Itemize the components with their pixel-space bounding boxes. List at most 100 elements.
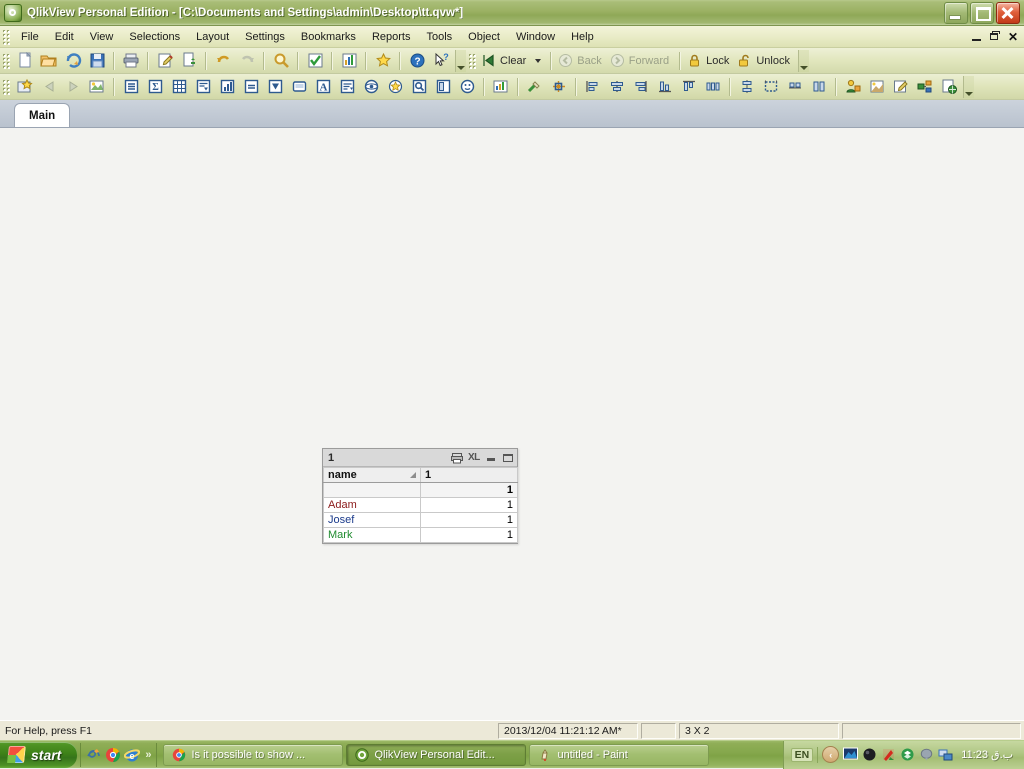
align-top-icon[interactable] bbox=[678, 76, 700, 98]
sheet-tab-main[interactable]: Main bbox=[14, 103, 71, 127]
space-vertical-icon[interactable] bbox=[736, 76, 758, 98]
chart-icon[interactable] bbox=[338, 50, 360, 72]
minimize-object-icon[interactable] bbox=[485, 452, 497, 464]
standard-toolbar-overflow[interactable] bbox=[455, 49, 466, 72]
layout-theme-icon[interactable] bbox=[866, 76, 888, 98]
sheet-canvas[interactable]: 1 XL name 1 1 Adam 1 Josef 1 Mark 1 bbox=[0, 128, 1024, 720]
messenger-icon[interactable] bbox=[86, 747, 102, 763]
network-icon[interactable] bbox=[938, 747, 953, 762]
text-object-icon[interactable]: A bbox=[312, 76, 334, 98]
unlock-button[interactable]: Unlock bbox=[735, 50, 796, 72]
cell-value-adam[interactable]: 1 bbox=[420, 497, 518, 513]
menu-object[interactable]: Object bbox=[460, 28, 508, 46]
align-bottom-icon[interactable] bbox=[654, 76, 676, 98]
close-button[interactable] bbox=[996, 1, 1020, 24]
menu-tools[interactable]: Tools bbox=[418, 28, 460, 46]
bookmark-object-icon[interactable] bbox=[384, 76, 406, 98]
snap-to-grid-icon[interactable] bbox=[548, 76, 570, 98]
send-to-printer-icon[interactable] bbox=[451, 452, 463, 464]
export-to-excel-icon[interactable]: XL bbox=[468, 452, 480, 464]
dropbox-icon[interactable] bbox=[900, 747, 915, 762]
maximize-object-icon[interactable] bbox=[502, 452, 514, 464]
menu-settings[interactable]: Settings bbox=[237, 28, 293, 46]
search-icon[interactable] bbox=[270, 50, 292, 72]
menu-layout[interactable]: Layout bbox=[188, 28, 237, 46]
object-caption-bar[interactable]: 1 XL bbox=[323, 449, 517, 467]
restore-button[interactable] bbox=[970, 1, 994, 24]
open-document-icon[interactable] bbox=[38, 50, 60, 72]
internet-explorer-icon[interactable]: e bbox=[124, 747, 141, 763]
distribute-horizontal-icon[interactable] bbox=[702, 76, 724, 98]
task-button-browser[interactable]: Is it possible to show ... bbox=[163, 743, 344, 766]
object-grouping-icon[interactable] bbox=[914, 76, 936, 98]
current-selections-icon[interactable] bbox=[304, 50, 326, 72]
start-button[interactable]: start bbox=[0, 741, 78, 768]
align-center-icon[interactable] bbox=[606, 76, 628, 98]
design-toolbar-grip[interactable] bbox=[2, 78, 10, 95]
taskbar-clock[interactable]: 11:23 ب.ق bbox=[957, 748, 1017, 761]
menu-selections[interactable]: Selections bbox=[121, 28, 188, 46]
copy-image-icon[interactable] bbox=[178, 50, 200, 72]
design-toolbar-overflow[interactable] bbox=[963, 75, 974, 98]
multi-box-icon[interactable] bbox=[168, 76, 190, 98]
menu-file[interactable]: File bbox=[13, 28, 47, 46]
cell-value-josef[interactable]: 1 bbox=[420, 512, 518, 528]
navigation-toolbar-grip[interactable] bbox=[468, 52, 476, 69]
menu-reports[interactable]: Reports bbox=[364, 28, 419, 46]
quick-launch-overflow-chevron[interactable]: » bbox=[145, 749, 151, 761]
input-box-icon[interactable] bbox=[240, 76, 262, 98]
mdi-minimize-button[interactable] bbox=[971, 31, 983, 43]
save-icon[interactable] bbox=[86, 50, 108, 72]
table-row[interactable]: Mark 1 bbox=[323, 527, 518, 543]
navigation-toolbar-overflow[interactable] bbox=[797, 49, 809, 72]
mdi-close-button[interactable]: ✕ bbox=[1007, 31, 1019, 43]
standard-toolbar-grip[interactable] bbox=[2, 52, 10, 69]
black-sphere-icon[interactable] bbox=[862, 747, 877, 762]
menu-edit[interactable]: Edit bbox=[47, 28, 82, 46]
design-grid-icon[interactable] bbox=[524, 76, 546, 98]
tray-expand-chevron-icon[interactable]: ‹ bbox=[822, 746, 840, 763]
space-across-icon[interactable] bbox=[784, 76, 806, 98]
display-properties-icon[interactable] bbox=[843, 747, 859, 762]
column-header-name[interactable]: name bbox=[323, 467, 421, 483]
table-row[interactable]: Adam 1 bbox=[323, 497, 518, 513]
edit-module-icon[interactable] bbox=[890, 76, 912, 98]
slider-calendar-icon[interactable] bbox=[360, 76, 382, 98]
table-box-icon[interactable] bbox=[192, 76, 214, 98]
cell-name-josef[interactable]: Josef bbox=[323, 512, 421, 528]
context-help-icon[interactable]: ? bbox=[430, 50, 452, 72]
mdi-restore-button[interactable] bbox=[989, 30, 1001, 43]
menu-help[interactable]: Help bbox=[563, 28, 602, 46]
column-header-expression[interactable]: 1 bbox=[420, 467, 518, 483]
system-table-icon[interactable] bbox=[490, 76, 512, 98]
align-left-icon[interactable] bbox=[582, 76, 604, 98]
straight-table-object[interactable]: 1 XL name 1 1 Adam 1 Josef 1 Mark 1 bbox=[322, 448, 518, 544]
undo-icon[interactable] bbox=[212, 50, 234, 72]
kaspersky-icon[interactable] bbox=[881, 747, 896, 762]
statistics-box-icon[interactable]: Σ bbox=[144, 76, 166, 98]
promote-icon[interactable] bbox=[842, 76, 864, 98]
list-box-icon[interactable] bbox=[120, 76, 142, 98]
chrome-icon[interactable] bbox=[105, 747, 121, 763]
line-arrow-object-icon[interactable] bbox=[336, 76, 358, 98]
button-icon[interactable] bbox=[288, 76, 310, 98]
cell-name-mark[interactable]: Mark bbox=[323, 527, 421, 543]
clear-button[interactable]: Clear bbox=[479, 50, 532, 72]
cell-value-mark[interactable]: 1 bbox=[420, 527, 518, 543]
minimize-button[interactable] bbox=[944, 1, 968, 24]
publish-icon[interactable] bbox=[938, 76, 960, 98]
new-document-icon[interactable] bbox=[14, 50, 36, 72]
table-row[interactable]: Josef 1 bbox=[323, 512, 518, 528]
search-object-icon[interactable] bbox=[408, 76, 430, 98]
menu-grip[interactable] bbox=[2, 28, 10, 45]
chart-object-icon[interactable] bbox=[216, 76, 238, 98]
task-button-qlikview[interactable]: QlikView Personal Edit... bbox=[346, 743, 527, 766]
arrange-icon[interactable] bbox=[808, 76, 830, 98]
task-button-paint[interactable]: untitled - Paint bbox=[529, 743, 710, 766]
language-indicator[interactable]: EN bbox=[790, 747, 814, 762]
menu-window[interactable]: Window bbox=[508, 28, 563, 46]
add-bookmark-icon[interactable] bbox=[372, 50, 394, 72]
print-icon[interactable] bbox=[120, 50, 142, 72]
lock-button[interactable]: Lock bbox=[685, 50, 735, 72]
help-icon[interactable]: ? bbox=[406, 50, 428, 72]
